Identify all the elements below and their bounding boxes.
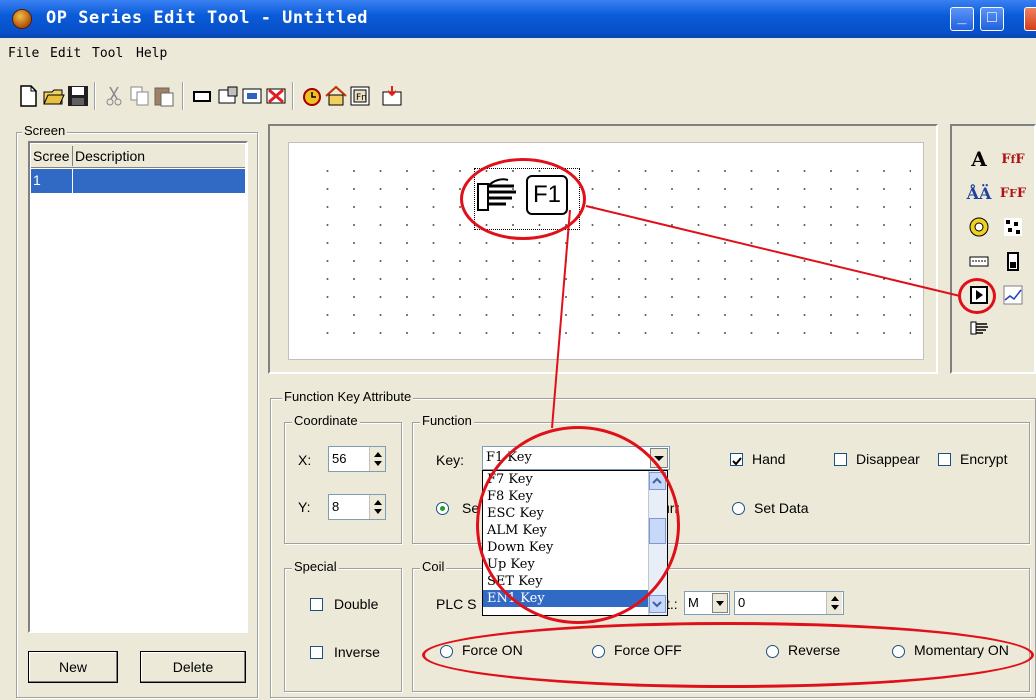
- annotation-lines: [551, 205, 961, 429]
